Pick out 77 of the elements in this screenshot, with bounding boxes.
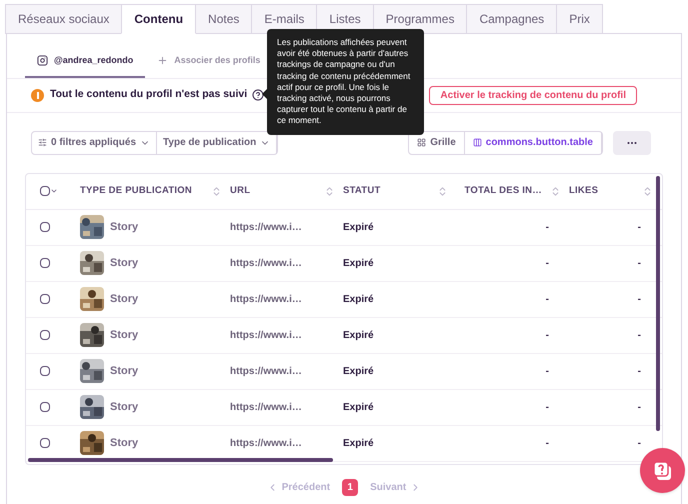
table-cell-text: - [638, 256, 641, 270]
tab[interactable]: Campagnes [466, 4, 558, 34]
sort-icon [642, 186, 653, 196]
horizontal-scrollbar[interactable] [28, 458, 333, 462]
table-cell-text: Story [110, 256, 138, 271]
table-cell-text: Story [110, 364, 138, 379]
table-cell-text: - [638, 292, 641, 306]
column-header[interactable]: STATUT [343, 184, 380, 198]
table-cell[interactable]: https://www.i… [230, 222, 302, 232]
tab[interactable]: Notes [195, 4, 252, 34]
tab[interactable]: Réseaux sociaux [5, 4, 122, 34]
grid-icon [417, 138, 426, 147]
warning-text: Tout le contenu du profil n'est pas suivi [50, 87, 248, 102]
row-checkbox[interactable] [40, 402, 50, 412]
activate-tracking-button[interactable]: Activer le tracking de contenu du profil [429, 86, 637, 104]
chevron-icon [50, 187, 58, 195]
table-cell: Expiré [343, 258, 374, 268]
table-cell-text: - [638, 328, 641, 342]
table-cell: Expiré [343, 438, 374, 448]
chat-help-icon [652, 460, 674, 482]
table-cell[interactable]: https://www.i… [230, 402, 302, 412]
table-cell: Expiré [343, 222, 374, 232]
column-header[interactable]: TOTAL DES IN… [464, 184, 542, 198]
table-cell-text: - [546, 364, 549, 378]
warning-icon [31, 88, 44, 102]
row-checkbox[interactable] [40, 222, 50, 232]
tooltip-text: Les publications affichées peuvent avoir été obtenues à partir d'autres trackings de campagne ou d'un tracking de contenu précédemment actif pour ce profil. Une fois le tracking activé, nous pourrons capturer tout le contenu à partir de ce moment. [277, 37, 412, 127]
sort-icon [211, 186, 222, 196]
table-cell: Expiré [343, 294, 374, 304]
table-cell-text: - [638, 220, 641, 234]
page-button[interactable]: 1 [342, 478, 358, 496]
help-icon[interactable] [252, 89, 264, 101]
table-cell-text: - [546, 220, 549, 234]
table-cell[interactable]: https://www.i… [230, 258, 302, 268]
plus-icon [157, 55, 168, 66]
table-cell-text: - [546, 400, 549, 414]
column-header[interactable]: LIKES [569, 184, 598, 198]
table-cell: Expiré [343, 402, 374, 412]
row-checkbox[interactable] [40, 294, 50, 304]
profile-tab[interactable]: Associer des profils [145, 54, 272, 78]
vertical-scrollbar[interactable] [656, 176, 660, 430]
row-checkbox[interactable] [40, 330, 50, 340]
table-cell-text: - [638, 364, 641, 378]
table-cell-text: - [546, 292, 549, 306]
instagram-icon [37, 55, 48, 66]
table-cell-text: - [546, 328, 549, 342]
profile-tab[interactable]: @andrea_redondo [25, 54, 146, 78]
row-checkbox[interactable] [40, 438, 50, 448]
table-cell-text: - [638, 400, 641, 414]
table-cell[interactable]: https://www.i… [230, 438, 302, 448]
table-cell: Expiré [343, 330, 374, 340]
table-cell: Expiré [343, 366, 374, 376]
table-cell[interactable]: https://www.i… [230, 330, 302, 340]
tab[interactable]: Contenu [121, 4, 196, 34]
filter-icon [38, 138, 47, 147]
table-cell-text: - [546, 256, 549, 270]
view-toggle[interactable]: commons.button.table [464, 132, 602, 154]
table-cell-text: Story [110, 436, 138, 451]
table-cell-text: Story [110, 220, 138, 235]
filter-dropdown[interactable]: 0 filtres appliqués [32, 132, 158, 154]
sort-icon [550, 186, 561, 196]
columns-icon [472, 138, 482, 147]
table-cell-text: Story [110, 328, 138, 343]
table-cell[interactable]: https://www.i… [230, 366, 302, 376]
row-checkbox[interactable] [40, 258, 50, 268]
table-cell-text: Story [110, 400, 138, 415]
column-header[interactable]: TYPE DE PUBLICATION [80, 184, 192, 198]
sort-icon [437, 186, 448, 196]
table-cell[interactable]: https://www.i… [230, 294, 302, 304]
row-checkbox[interactable] [40, 366, 50, 376]
select-all-checkbox[interactable] [40, 186, 50, 196]
table-cell-text: Story [110, 292, 138, 307]
tab[interactable]: Prix [556, 4, 603, 34]
table-cell-text: - [638, 436, 641, 450]
table-cell-text: - [546, 436, 549, 450]
column-header[interactable]: URL [230, 184, 250, 198]
sort-icon [324, 186, 335, 196]
